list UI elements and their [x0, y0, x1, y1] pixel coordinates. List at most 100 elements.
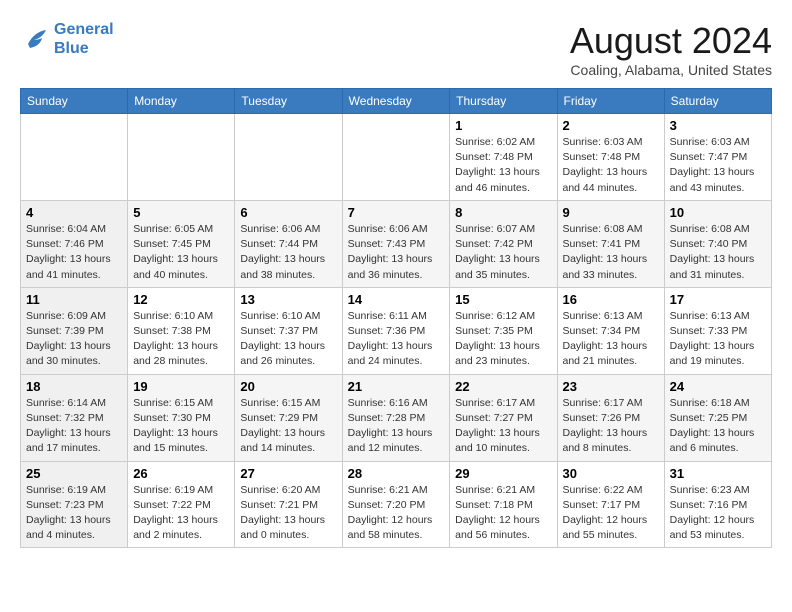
col-sunday: Sunday	[21, 89, 128, 114]
table-row: 20Sunrise: 6:15 AM Sunset: 7:29 PM Dayli…	[235, 374, 342, 461]
col-tuesday: Tuesday	[235, 89, 342, 114]
day-info: Sunrise: 6:06 AM Sunset: 7:43 PM Dayligh…	[348, 222, 445, 283]
month-title: August 2024	[570, 20, 772, 62]
col-saturday: Saturday	[664, 89, 771, 114]
day-info: Sunrise: 6:14 AM Sunset: 7:32 PM Dayligh…	[26, 396, 122, 457]
calendar-week-row: 11 Sunrise: 6:09 AM Sunset: 7:39 PM Dayli…	[21, 287, 772, 374]
day-number: 2	[563, 118, 659, 133]
table-row: 14 Sunrise: 6:11 AM Sunset: 7:36 PM Dayli…	[342, 287, 450, 374]
table-row: 27 Sunrise: 6:20 AM Sunset: 7:21 PM Dayli…	[235, 461, 342, 548]
table-row: 6 Sunrise: 6:06 AM Sunset: 7:44 PM Daylig…	[235, 200, 342, 287]
day-info: Sunrise: 6:21 AM Sunset: 7:18 PM Dayligh…	[455, 483, 551, 544]
day-info: Sunrise: 6:12 AM Sunset: 7:35 PM Dayligh…	[455, 309, 551, 370]
calendar-week-row: 18 Sunrise: 6:14 AM Sunset: 7:32 PM Dayli…	[21, 374, 772, 461]
header: GeneralBlue August 2024 Coaling, Alabama…	[20, 20, 772, 78]
day-info: Sunrise: 6:15 AM Sunset: 7:30 PM Dayligh…	[133, 396, 229, 457]
day-info: Sunrise: 6:17 AM Sunset: 7:26 PM Dayligh…	[563, 396, 659, 457]
day-info: Sunrise: 6:10 AM Sunset: 7:37 PM Dayligh…	[240, 309, 336, 370]
table-row: 11 Sunrise: 6:09 AM Sunset: 7:39 PM Dayli…	[21, 287, 128, 374]
day-info: Sunrise: 6:19 AM Sunset: 7:23 PM Dayligh…	[26, 483, 122, 544]
day-number: 9	[563, 205, 659, 220]
table-row: 31Sunrise: 6:23 AM Sunset: 7:16 PM Dayli…	[664, 461, 771, 548]
day-info: Sunrise: 6:03 AM Sunset: 7:48 PM Dayligh…	[563, 135, 659, 196]
day-number: 13	[240, 292, 336, 307]
table-row: 7 Sunrise: 6:06 AM Sunset: 7:43 PM Daylig…	[342, 200, 450, 287]
table-row: 1 Sunrise: 6:02 AM Sunset: 7:48 PM Daylig…	[450, 114, 557, 201]
day-number: 19	[133, 379, 229, 394]
day-number: 20	[240, 379, 336, 394]
table-row	[128, 114, 235, 201]
day-number: 16	[563, 292, 659, 307]
day-info: Sunrise: 6:09 AM Sunset: 7:39 PM Dayligh…	[26, 309, 122, 370]
day-number: 28	[348, 466, 445, 481]
day-number: 7	[348, 205, 445, 220]
col-monday: Monday	[128, 89, 235, 114]
day-number: 5	[133, 205, 229, 220]
day-info: Sunrise: 6:10 AM Sunset: 7:38 PM Dayligh…	[133, 309, 229, 370]
table-row	[21, 114, 128, 201]
table-row: 12Sunrise: 6:10 AM Sunset: 7:38 PM Dayli…	[128, 287, 235, 374]
table-row: 8 Sunrise: 6:07 AM Sunset: 7:42 PM Daylig…	[450, 200, 557, 287]
day-info: Sunrise: 6:07 AM Sunset: 7:42 PM Dayligh…	[455, 222, 551, 283]
day-number: 1	[455, 118, 551, 133]
table-row: 24Sunrise: 6:18 AM Sunset: 7:25 PM Dayli…	[664, 374, 771, 461]
day-info: Sunrise: 6:13 AM Sunset: 7:33 PM Dayligh…	[670, 309, 766, 370]
calendar-table: Sunday Monday Tuesday Wednesday Thursday…	[20, 88, 772, 548]
table-row: 30 Sunrise: 6:22 AM Sunset: 7:17 PM Dayli…	[557, 461, 664, 548]
day-number: 27	[240, 466, 336, 481]
day-info: Sunrise: 6:02 AM Sunset: 7:48 PM Dayligh…	[455, 135, 551, 196]
logo: GeneralBlue	[20, 20, 114, 58]
table-row	[235, 114, 342, 201]
day-number: 30	[563, 466, 659, 481]
table-row: 9Sunrise: 6:08 AM Sunset: 7:41 PM Daylig…	[557, 200, 664, 287]
day-number: 11	[26, 292, 122, 307]
day-info: Sunrise: 6:11 AM Sunset: 7:36 PM Dayligh…	[348, 309, 445, 370]
table-row: 26 Sunrise: 6:19 AM Sunset: 7:22 PM Dayli…	[128, 461, 235, 548]
day-number: 10	[670, 205, 766, 220]
day-info: Sunrise: 6:20 AM Sunset: 7:21 PM Dayligh…	[240, 483, 336, 544]
day-info: Sunrise: 6:16 AM Sunset: 7:28 PM Dayligh…	[348, 396, 445, 457]
calendar-week-row: 4Sunrise: 6:04 AM Sunset: 7:46 PM Daylig…	[21, 200, 772, 287]
day-number: 26	[133, 466, 229, 481]
day-number: 21	[348, 379, 445, 394]
table-row: 3Sunrise: 6:03 AM Sunset: 7:47 PM Daylig…	[664, 114, 771, 201]
day-info: Sunrise: 6:13 AM Sunset: 7:34 PM Dayligh…	[563, 309, 659, 370]
calendar-week-row: 25 Sunrise: 6:19 AM Sunset: 7:23 PM Dayli…	[21, 461, 772, 548]
day-number: 8	[455, 205, 551, 220]
day-number: 17	[670, 292, 766, 307]
location-subtitle: Coaling, Alabama, United States	[570, 62, 772, 78]
table-row: 18 Sunrise: 6:14 AM Sunset: 7:32 PM Dayli…	[21, 374, 128, 461]
day-number: 22	[455, 379, 551, 394]
table-row: 17 Sunrise: 6:13 AM Sunset: 7:33 PM Dayli…	[664, 287, 771, 374]
table-row	[342, 114, 450, 201]
table-row: 23 Sunrise: 6:17 AM Sunset: 7:26 PM Dayli…	[557, 374, 664, 461]
table-row: 5Sunrise: 6:05 AM Sunset: 7:45 PM Daylig…	[128, 200, 235, 287]
day-number: 23	[563, 379, 659, 394]
logo-icon	[20, 24, 50, 54]
table-row: 4Sunrise: 6:04 AM Sunset: 7:46 PM Daylig…	[21, 200, 128, 287]
table-row: 22 Sunrise: 6:17 AM Sunset: 7:27 PM Dayli…	[450, 374, 557, 461]
col-wednesday: Wednesday	[342, 89, 450, 114]
table-row: 16 Sunrise: 6:13 AM Sunset: 7:34 PM Dayli…	[557, 287, 664, 374]
calendar-header-row: Sunday Monday Tuesday Wednesday Thursday…	[21, 89, 772, 114]
day-info: Sunrise: 6:17 AM Sunset: 7:27 PM Dayligh…	[455, 396, 551, 457]
day-info: Sunrise: 6:18 AM Sunset: 7:25 PM Dayligh…	[670, 396, 766, 457]
day-number: 6	[240, 205, 336, 220]
table-row: 28Sunrise: 6:21 AM Sunset: 7:20 PM Dayli…	[342, 461, 450, 548]
day-info: Sunrise: 6:22 AM Sunset: 7:17 PM Dayligh…	[563, 483, 659, 544]
table-row: 13 Sunrise: 6:10 AM Sunset: 7:37 PM Dayli…	[235, 287, 342, 374]
day-number: 25	[26, 466, 122, 481]
day-info: Sunrise: 6:06 AM Sunset: 7:44 PM Dayligh…	[240, 222, 336, 283]
logo-text: GeneralBlue	[54, 20, 114, 58]
day-info: Sunrise: 6:23 AM Sunset: 7:16 PM Dayligh…	[670, 483, 766, 544]
day-info: Sunrise: 6:19 AM Sunset: 7:22 PM Dayligh…	[133, 483, 229, 544]
day-info: Sunrise: 6:03 AM Sunset: 7:47 PM Dayligh…	[670, 135, 766, 196]
day-number: 18	[26, 379, 122, 394]
day-number: 29	[455, 466, 551, 481]
calendar-week-row: 1 Sunrise: 6:02 AM Sunset: 7:48 PM Daylig…	[21, 114, 772, 201]
table-row: 21 Sunrise: 6:16 AM Sunset: 7:28 PM Dayli…	[342, 374, 450, 461]
day-number: 14	[348, 292, 445, 307]
table-row: 29 Sunrise: 6:21 AM Sunset: 7:18 PM Dayli…	[450, 461, 557, 548]
day-info: Sunrise: 6:04 AM Sunset: 7:46 PM Dayligh…	[26, 222, 122, 283]
day-number: 15	[455, 292, 551, 307]
